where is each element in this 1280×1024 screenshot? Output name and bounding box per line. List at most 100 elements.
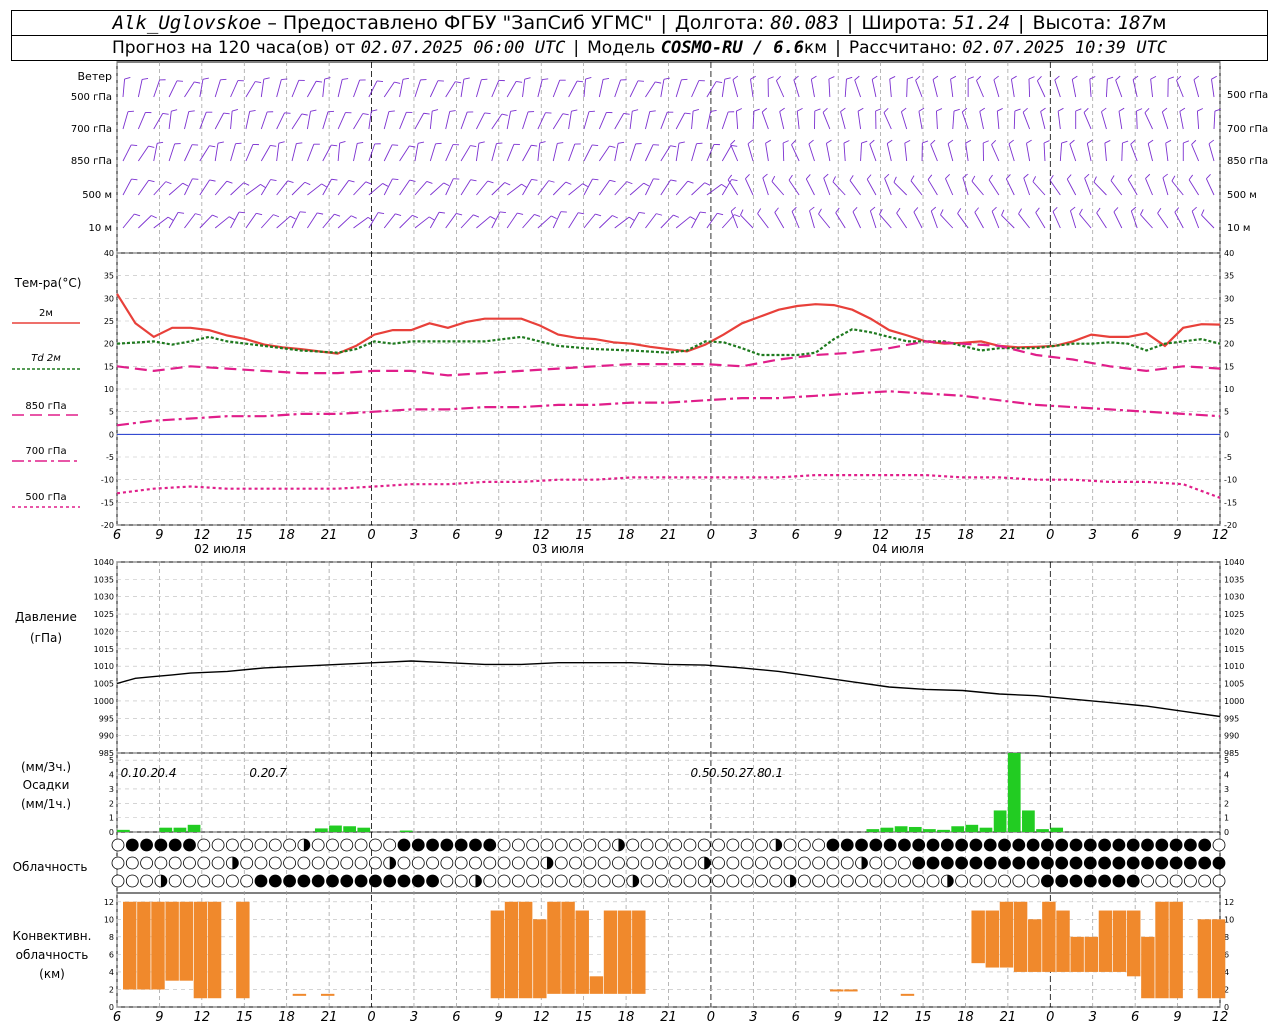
wind-barb-icon <box>476 216 491 229</box>
wind-barb-feather-icon <box>1006 174 1011 180</box>
wind-barb-icon <box>506 81 517 98</box>
wind-barb-icon <box>383 213 396 229</box>
wind-barb-icon <box>568 111 572 130</box>
cloud-cover-half-icon <box>389 857 396 869</box>
hour-tick-label-bottom: 15 <box>236 1010 253 1024</box>
wind-barb-feather-icon <box>828 76 835 80</box>
wind-barb-icon <box>383 111 390 130</box>
wind-barb-feather-icon <box>290 215 296 220</box>
cloud-cover-icon <box>326 856 339 870</box>
wind-barb-feather-icon <box>1075 108 1082 112</box>
precip-bar <box>343 826 356 832</box>
wind-barb-feather-icon <box>217 141 224 144</box>
wind-barb-icon <box>1115 79 1123 98</box>
wind-barb-icon <box>214 216 230 229</box>
wind-barb-icon <box>915 80 923 98</box>
wind-barb-icon <box>291 80 300 98</box>
wind-barb-icon <box>399 79 404 98</box>
precip-tick-label: 0 <box>109 828 114 837</box>
wind-barb-icon <box>854 79 862 98</box>
cloud-cover-icon <box>268 874 282 888</box>
wind-barb-feather-icon <box>771 175 776 182</box>
wind-barb-feather-icon <box>832 176 836 183</box>
wind-barb-icon <box>230 111 233 130</box>
wind-barb-icon <box>429 80 439 98</box>
wind-barb-feather-icon <box>287 180 294 183</box>
wind-barb-icon <box>1005 178 1015 196</box>
convective-bar <box>561 901 575 994</box>
wind-barb-icon <box>1179 111 1184 130</box>
cloud-cover-icon <box>912 856 926 870</box>
wind-barb-icon <box>1089 79 1092 98</box>
convective-bar <box>830 989 844 992</box>
convective-bar <box>844 989 858 992</box>
wind-barb-icon <box>475 79 482 98</box>
cloud-cover-icon <box>397 838 411 852</box>
wind-barb-icon <box>445 81 456 98</box>
hour-tick-label: 0 <box>707 528 715 543</box>
wind-barb-feather-icon <box>957 208 962 214</box>
cloud-cover-icon <box>197 838 211 852</box>
cloud-cover-icon <box>883 838 897 852</box>
wind-barb-feather-icon <box>351 215 357 219</box>
wind-barb-icon <box>843 143 846 162</box>
cloud-cover-icon <box>540 838 554 852</box>
wind-barb-icon <box>721 145 732 162</box>
wind-barb-feather-icon <box>487 180 494 184</box>
convective-bar <box>193 901 208 999</box>
wind-barb-icon <box>810 79 815 98</box>
cloud-cover-icon <box>368 874 382 888</box>
wind-barb-feather-icon <box>950 75 957 80</box>
wind-barb-feather-icon <box>997 108 1003 112</box>
cloud-cover-icon <box>1141 874 1154 888</box>
precip-tick-label-right: 0 <box>1224 828 1229 837</box>
wind-barb-icon <box>744 178 754 196</box>
wind-barb-icon <box>884 178 892 196</box>
wind-barb-feather-icon <box>571 109 578 112</box>
wind-barb-icon <box>1018 213 1030 229</box>
wind-barb-icon <box>245 184 261 196</box>
wind-barb-feather-icon <box>524 77 531 80</box>
wind-barb-feather-icon <box>504 182 511 186</box>
wind-barb-feather-icon <box>1188 174 1194 181</box>
wind-barb-feather-icon <box>443 182 450 187</box>
wind-barb-icon <box>823 177 831 196</box>
wind-barb-feather-icon <box>1032 176 1037 182</box>
pressure-unit: (гПа) <box>30 631 62 645</box>
wind-barb-icon <box>537 143 541 162</box>
wind-barb-icon <box>306 111 311 130</box>
wind-barb-feather-icon <box>930 206 937 212</box>
wind-barb-icon <box>1028 78 1031 98</box>
wind-barb-feather-icon <box>357 141 364 144</box>
wind-barb-icon <box>460 179 471 196</box>
wind-barb-icon <box>383 81 395 98</box>
cloud-cover-icon <box>454 856 468 870</box>
wind-barb-feather-icon <box>753 108 760 112</box>
precip-tick-label-right: 3 <box>1224 785 1229 794</box>
precip-annotation: 0.4 <box>157 766 176 780</box>
cloud-cover-icon <box>1198 874 1212 888</box>
convective-bar <box>1042 901 1056 972</box>
hour-tick-label: 6 <box>113 528 121 543</box>
wind-barb-feather-icon <box>731 144 738 147</box>
convective-bar <box>971 910 985 964</box>
wind-barb-feather-icon <box>947 139 954 144</box>
temp-tick-label: -10 <box>101 476 114 485</box>
wind-barb-feather-icon <box>577 80 584 83</box>
wind-barb-icon <box>721 111 729 130</box>
cloud-cover-icon <box>511 874 525 888</box>
cloud-cover-icon <box>855 874 868 888</box>
wind-barb-icon <box>706 212 718 229</box>
wind-barb-icon <box>1211 79 1215 98</box>
convective-bar <box>1155 901 1169 999</box>
cloud-cover-icon <box>1155 838 1169 852</box>
temp-tick-label-right: 35 <box>1224 272 1234 281</box>
wind-barb-feather-icon <box>736 108 743 112</box>
wind-barb-feather-icon <box>840 107 846 112</box>
wind-barb-icon <box>762 177 769 196</box>
wind-barb-icon <box>988 179 1000 196</box>
cloud-cover-icon <box>497 856 511 870</box>
wind-barb-feather-icon <box>362 113 369 116</box>
wind-barb-icon <box>1162 177 1169 196</box>
precip-unit-1h: (мм/1ч.) <box>21 797 71 811</box>
